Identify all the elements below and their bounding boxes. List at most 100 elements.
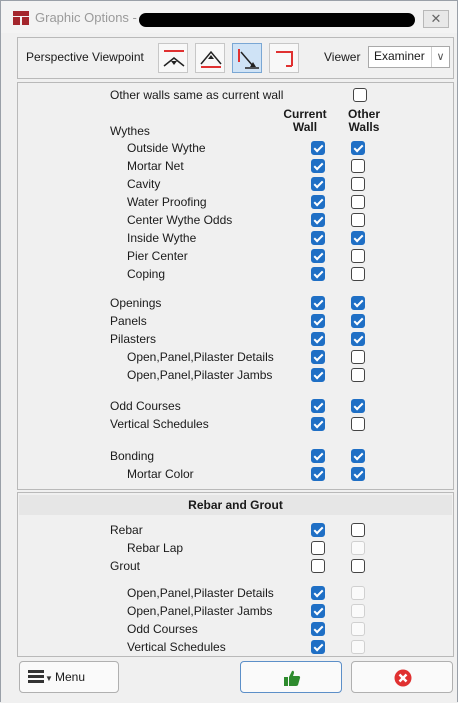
option-label: Pilasters	[110, 332, 157, 346]
viewpoint-corner-button[interactable]	[269, 43, 299, 73]
walls-panel: Other walls same as current wall Current…	[17, 82, 454, 490]
other-walls-checkbox	[351, 622, 365, 636]
col-other-walls: Other Walls	[338, 108, 390, 134]
current-wall-checkbox[interactable]	[311, 332, 325, 346]
thumbs-up-icon	[284, 670, 301, 686]
current-wall-checkbox[interactable]	[311, 399, 325, 413]
col-current-wall-label: Current Wall	[283, 107, 327, 134]
current-wall-checkbox[interactable]	[311, 159, 325, 173]
option-label: Open,Panel,Pilaster Details	[127, 586, 274, 600]
wythes-heading: Wythes	[110, 124, 150, 138]
current-wall-checkbox[interactable]	[311, 141, 325, 155]
other-walls-checkbox[interactable]	[351, 332, 365, 346]
viewer-select-value: Examiner	[374, 49, 425, 63]
option-label: Cavity	[127, 177, 161, 191]
menu-button[interactable]: ▼ Menu	[19, 661, 119, 693]
viewer-select[interactable]: Examiner ∨	[368, 46, 450, 68]
viewpoint-front-button[interactable]	[158, 43, 188, 73]
rebar-grout-panel: Rebar and Grout Rebar Rebar Lap Grout Open,…	[17, 492, 454, 657]
current-wall-checkbox[interactable]	[311, 417, 325, 431]
viewpoint-diagonal-icon	[238, 49, 259, 69]
menu-label: Menu	[55, 670, 86, 684]
other-walls-checkbox[interactable]	[351, 231, 365, 245]
other-walls-checkbox	[351, 604, 365, 618]
option-label: Bonding	[110, 449, 155, 463]
other-walls-checkbox[interactable]	[351, 195, 365, 209]
current-wall-checkbox[interactable]	[311, 640, 325, 654]
viewpoint-diagonal-button[interactable]	[232, 43, 262, 73]
option-label: Odd Courses	[127, 622, 198, 636]
current-wall-checkbox[interactable]	[311, 249, 325, 263]
perspective-label: Perspective Viewpoint	[26, 50, 144, 64]
viewpoint-corner-icon	[276, 51, 293, 67]
current-wall-checkbox[interactable]	[311, 604, 325, 618]
hamburger-menu-icon	[28, 670, 44, 684]
other-walls-checkbox[interactable]	[351, 159, 365, 173]
option-label: Pier Center	[127, 249, 188, 263]
option-label: Rebar	[110, 523, 143, 537]
option-label: Rebar Lap	[127, 541, 184, 555]
viewpoint-front-icon	[163, 50, 185, 67]
other-walls-checkbox[interactable]	[351, 314, 365, 328]
current-wall-checkbox[interactable]	[311, 213, 325, 227]
option-label: Outside Wythe	[127, 141, 206, 155]
chevron-down-icon: ∨	[431, 47, 449, 67]
current-wall-checkbox[interactable]	[311, 586, 325, 600]
current-wall-checkbox[interactable]	[311, 267, 325, 281]
same-walls-checkbox[interactable]	[353, 88, 367, 102]
other-walls-checkbox[interactable]	[351, 559, 365, 573]
ok-button[interactable]	[240, 661, 342, 693]
graphic-options-window: Graphic Options - ✕ Perspective Viewpoin…	[0, 0, 458, 703]
other-walls-checkbox[interactable]	[351, 467, 365, 481]
option-label: Mortar Net	[127, 159, 184, 173]
option-label: Grout	[110, 559, 141, 573]
current-wall-checkbox[interactable]	[311, 523, 325, 537]
option-label: Vertical Schedules	[110, 417, 209, 431]
current-wall-checkbox[interactable]	[311, 231, 325, 245]
other-walls-checkbox[interactable]	[351, 296, 365, 310]
other-walls-checkbox[interactable]	[351, 141, 365, 155]
current-wall-checkbox[interactable]	[311, 296, 325, 310]
viewer-label: Viewer	[324, 50, 361, 64]
footer: ▼ Menu	[1, 657, 457, 703]
current-wall-checkbox[interactable]	[311, 541, 325, 555]
rebar-grout-header: Rebar and Grout	[19, 495, 452, 515]
option-label: Vertical Schedules	[127, 640, 226, 654]
current-wall-checkbox[interactable]	[311, 195, 325, 209]
perspective-toolbar: Perspective Viewpoint Viewer Examiner ∨	[17, 37, 454, 79]
other-walls-checkbox[interactable]	[351, 449, 365, 463]
other-walls-checkbox[interactable]	[351, 213, 365, 227]
cancel-button[interactable]	[351, 661, 453, 693]
other-walls-checkbox[interactable]	[351, 399, 365, 413]
other-walls-checkbox[interactable]	[351, 249, 365, 263]
cancel-x-icon	[394, 669, 412, 687]
option-label: Open,Panel,Pilaster Details	[127, 350, 274, 364]
other-walls-checkbox[interactable]	[351, 368, 365, 382]
close-button[interactable]: ✕	[423, 10, 449, 28]
current-wall-checkbox[interactable]	[311, 449, 325, 463]
other-walls-checkbox[interactable]	[351, 177, 365, 191]
option-label: Odd Courses	[110, 399, 181, 413]
current-wall-checkbox[interactable]	[311, 177, 325, 191]
option-label: Water Proofing	[127, 195, 207, 209]
col-other-walls-label: Other Walls	[347, 107, 380, 134]
other-walls-checkbox[interactable]	[351, 417, 365, 431]
option-label: Openings	[110, 296, 162, 310]
other-walls-checkbox[interactable]	[351, 267, 365, 281]
option-label: Inside Wythe	[127, 231, 197, 245]
option-label: Open,Panel,Pilaster Jambs	[127, 604, 273, 618]
option-label: Center Wythe Odds	[127, 213, 233, 227]
other-walls-checkbox[interactable]	[351, 523, 365, 537]
option-label: Coping	[127, 267, 166, 281]
title-bar: Graphic Options - ✕	[1, 1, 457, 33]
current-wall-checkbox[interactable]	[311, 314, 325, 328]
current-wall-checkbox[interactable]	[311, 350, 325, 364]
current-wall-checkbox[interactable]	[311, 467, 325, 481]
current-wall-checkbox[interactable]	[311, 559, 325, 573]
caret-down-icon: ▼	[45, 674, 53, 683]
other-walls-checkbox[interactable]	[351, 350, 365, 364]
viewpoint-top-button[interactable]	[195, 43, 225, 73]
current-wall-checkbox[interactable]	[311, 622, 325, 636]
other-walls-checkbox	[351, 541, 365, 555]
current-wall-checkbox[interactable]	[311, 368, 325, 382]
